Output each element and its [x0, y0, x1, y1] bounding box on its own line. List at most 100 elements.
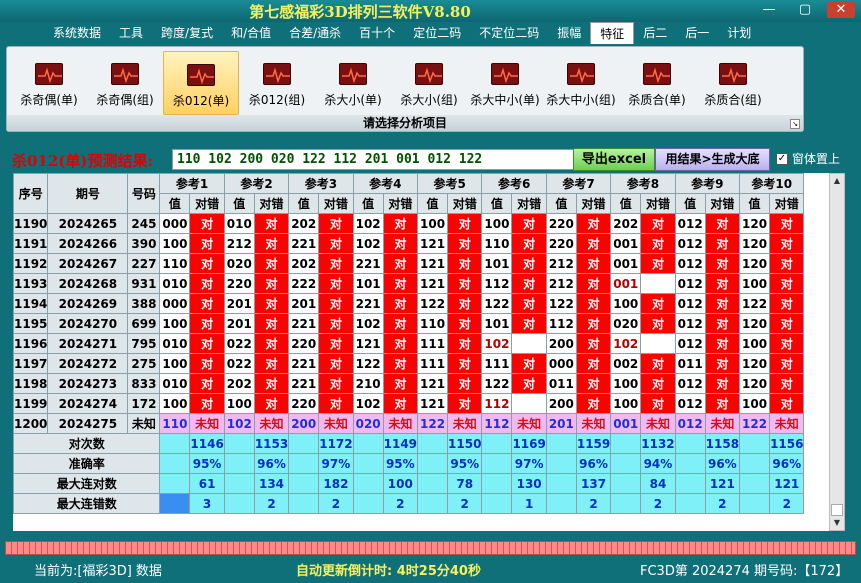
ribbon-expand-icon[interactable]: ↘ — [790, 119, 800, 129]
stats-value: 2 — [769, 493, 805, 514]
ribbon-button[interactable]: 杀质合(单) — [619, 51, 695, 115]
stats-spacer — [352, 433, 384, 454]
menu-item[interactable]: 特征 — [590, 22, 635, 44]
export-excel-button[interactable]: 导出excel — [573, 148, 655, 171]
menu-item[interactable]: 和/合值 — [222, 22, 280, 44]
vertical-scrollbar[interactable]: ▲ ▼ — [829, 173, 845, 531]
cell-serial: 1197 — [13, 353, 49, 374]
stats-spacer — [610, 493, 642, 514]
stats-row: 对次数 1146 1153 1172 1149 1150 1169 1159 1132 1158 1… — [13, 433, 805, 454]
menu-item[interactable]: 工具 — [110, 22, 152, 44]
ribbon-button[interactable]: 杀大中小(单) — [467, 51, 543, 115]
subheader-check: 对错 — [382, 193, 419, 214]
table-row[interactable]: 1193 2024268 931 010 对 220 对 222 对 101 对 121 对 112 对 21… — [13, 273, 805, 294]
col-header-ref[interactable]: 参考1 — [159, 173, 225, 194]
menu-item[interactable]: 振幅 — [548, 22, 590, 44]
menu-item[interactable]: 计划 — [718, 22, 760, 44]
cell-check-right: 对 — [575, 353, 612, 374]
cell-value: 110 — [417, 313, 449, 334]
table-row[interactable]: 1199 2024274 172 100 对 100 对 220 对 102 对 121 对 112 200… — [13, 393, 805, 414]
stats-spacer — [159, 433, 191, 454]
col-header-ref[interactable]: 参考3 — [288, 173, 354, 194]
stats-value: 1132 — [640, 433, 676, 454]
col-header-ref[interactable]: 参考6 — [481, 173, 547, 194]
cell-check-right: 对 — [382, 373, 419, 394]
result-value-field[interactable]: 110 102 200 020 122 112 201 001 012 122 — [172, 149, 574, 170]
cell-check-right: 对 — [318, 233, 354, 254]
menu-item[interactable]: 百十个 — [350, 22, 404, 44]
col-header-ref[interactable]: 参考9 — [674, 173, 741, 194]
ribbon-button[interactable]: 杀012(组) — [239, 51, 315, 115]
table-row[interactable]: 1190 2024265 245 000 对 010 对 202 对 102 对 100 对 100 对 22… — [13, 213, 805, 234]
cell-check-right: 对 — [511, 233, 547, 254]
cell-number: 172 — [127, 393, 161, 414]
col-header-ref[interactable]: 参考4 — [352, 173, 419, 194]
ribbon-button[interactable]: 杀奇偶(组) — [87, 51, 163, 115]
col-header-ref[interactable]: 参考8 — [610, 173, 676, 194]
ribbon-button[interactable]: 杀大中小(组) — [543, 51, 619, 115]
cell-check-right: 对 — [769, 233, 805, 254]
menu-item[interactable]: 系统数据 — [44, 22, 110, 44]
cell-pred-value: 020 — [352, 413, 384, 434]
cell-check-right: 对 — [511, 293, 547, 314]
cell-check-right: 对 — [447, 273, 483, 294]
stats-value: 96% — [575, 453, 612, 474]
cell-check-right: 对 — [511, 253, 547, 274]
stats-spacer — [481, 433, 513, 454]
cell-check-right: 对 — [382, 393, 419, 414]
table-row[interactable]: 1197 2024272 275 100 对 022 对 221 对 122 对 111 对 111 对 00… — [13, 353, 805, 374]
cell-value: 012 — [674, 313, 706, 334]
close-button[interactable]: ✕ — [827, 2, 855, 18]
maximize-button[interactable]: ▢ — [791, 2, 819, 18]
cell-number: 未知 — [127, 413, 161, 434]
ribbon-button[interactable]: 杀奇偶(单) — [11, 51, 87, 115]
cell-number: 833 — [127, 373, 161, 394]
stats-spacer — [610, 433, 642, 454]
ribbon-button[interactable]: 杀012(单) — [163, 51, 239, 115]
cell-value: 210 — [352, 373, 384, 394]
col-header-ref[interactable]: 参考2 — [223, 173, 290, 194]
ribbon-button[interactable]: 杀大小(单) — [315, 51, 391, 115]
table-row[interactable]: 1196 2024271 795 010 对 022 对 220 对 121 对 111 对 102 200… — [13, 333, 805, 354]
ribbon-button[interactable]: 杀质合(组) — [695, 51, 771, 115]
table-row[interactable]: 1191 2024266 390 100 对 212 对 221 对 102 对 121 对 110 对 22… — [13, 233, 805, 254]
cell-value: 102 — [352, 233, 384, 254]
table-row[interactable]: 1195 2024270 699 100 对 201 对 221 对 102 对 110 对 101 对 11… — [13, 313, 805, 334]
subheader-value: 值 — [417, 193, 449, 214]
table-row[interactable]: 1192 2024267 227 110 对 020 对 202 对 221 对 121 对 101 对 21… — [13, 253, 805, 274]
cell-value: 100 — [610, 393, 642, 414]
stats-value: 1156 — [769, 433, 805, 454]
cell-check-right: 对 — [704, 313, 741, 334]
generate-base-button[interactable]: 用结果>生成大底 — [655, 148, 770, 171]
app-title: 第七感福彩3D排列三软件V8.80 — [249, 3, 471, 21]
table-row[interactable]: 1194 2024269 388 000 对 201 对 201 对 221 对 122 对 122 对 12… — [13, 293, 805, 314]
scroll-down-icon[interactable]: ▼ — [830, 516, 844, 530]
cell-pred-unknown: 未知 — [640, 413, 676, 434]
col-header-ref[interactable]: 参考10 — [739, 173, 805, 194]
menu-item[interactable]: 不定位二码 — [470, 22, 548, 44]
cell-value: 010 — [159, 333, 191, 354]
col-header-ref[interactable]: 参考5 — [417, 173, 483, 194]
menu-item[interactable]: 定位二码 — [404, 22, 470, 44]
ribbon-button[interactable]: 杀大小(组) — [391, 51, 467, 115]
menu-item[interactable]: 跨度/复式 — [152, 22, 222, 44]
scroll-thumb[interactable] — [831, 504, 843, 516]
stats-value: 1149 — [382, 433, 419, 454]
window-ontop-toggle[interactable]: ✓ 窗体置上 — [776, 150, 840, 167]
heartbeat-icon — [35, 63, 63, 85]
menu-item[interactable]: 后二 — [634, 22, 676, 44]
stats-row: 最大连错数 3 2 2 2 2 1 2 2 2 2 — [13, 493, 805, 514]
menu-item[interactable]: 后一 — [676, 22, 718, 44]
prediction-row[interactable]: 1200 2024275 未知 110 未知 102 未知 200 未知 020 未知 122 未知 11… — [13, 413, 805, 434]
cell-value: 202 — [288, 213, 320, 234]
menu-item[interactable]: 合差/通杀 — [280, 22, 350, 44]
stats-spacer — [223, 473, 255, 494]
title-bar: 第七感福彩3D排列三软件V8.80 — ▢ ✕ — [0, 0, 861, 22]
table-row[interactable]: 1198 2024273 833 010 对 202 对 221 对 210 对 121 对 122 对 01… — [13, 373, 805, 394]
cell-check-right: 对 — [318, 213, 354, 234]
minimize-button[interactable]: — — [755, 2, 783, 18]
cell-pred-value: 112 — [481, 413, 513, 434]
col-header-ref[interactable]: 参考7 — [545, 173, 612, 194]
scroll-up-icon[interactable]: ▲ — [830, 174, 844, 188]
ontop-checkbox[interactable]: ✓ — [776, 152, 788, 165]
